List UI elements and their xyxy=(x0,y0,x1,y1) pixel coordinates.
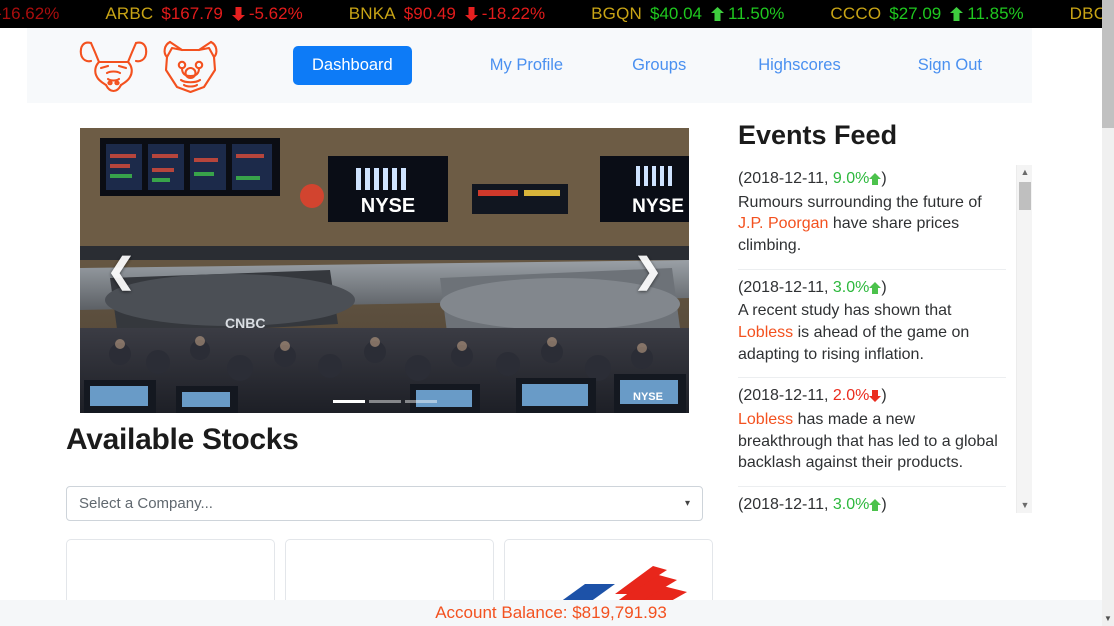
account-balance-label: Account Balance: $819,791.93 xyxy=(435,603,667,622)
nav-links: Dashboard My Profile Groups Highscores S… xyxy=(293,46,982,85)
svg-text:NYSE: NYSE xyxy=(633,391,663,403)
events-feed-list[interactable]: (2018-12-11, 9.0%) Rumours surrounding th… xyxy=(738,165,1006,513)
event-date: 2018-12-11 xyxy=(743,170,824,187)
events-feed-panel: Events Feed (2018-12-11, 9.0%) Rumours su… xyxy=(738,103,1032,600)
carousel-indicator-1[interactable] xyxy=(332,400,365,403)
ticker-price: $167.79 xyxy=(161,4,223,23)
scrollbar-thumb[interactable] xyxy=(1019,182,1031,210)
ticker-item: BNKA $90.49 -18.22% xyxy=(349,4,545,24)
browser-scrollbar-thumb[interactable] xyxy=(1102,0,1114,128)
arrow-up-icon xyxy=(950,6,964,22)
event-date: 2018-12-11 xyxy=(743,495,824,513)
event-text-before: Rumours surrounding the future of xyxy=(738,193,982,211)
nav-item-sign-out[interactable]: Sign Out xyxy=(918,56,982,75)
event-percent: 9.0% xyxy=(832,170,870,187)
event-percent: 2.0% xyxy=(832,387,870,405)
events-feed-scrollbar[interactable]: ▲ ▼ xyxy=(1016,165,1032,513)
arrow-down-icon xyxy=(231,6,245,22)
event-item: (2018-12-11, 3.0%) A recent study has sho… xyxy=(738,270,1006,379)
event-meta: (2018-12-11, 9.0%) xyxy=(738,170,887,187)
event-percent: 3.0% xyxy=(832,495,870,513)
chevron-down-icon: ▾ xyxy=(684,498,690,509)
arrow-down-icon xyxy=(464,6,478,22)
ticker-change: 11.85% xyxy=(967,4,1024,23)
image-carousel[interactable]: NYSE NYSE CNBC NYSE ❮ ❯ xyxy=(80,128,689,413)
svg-text:NYSE: NYSE xyxy=(632,196,684,217)
event-company-link[interactable]: Lobless xyxy=(738,324,793,341)
event-date: 2018-12-11 xyxy=(743,278,824,296)
stock-ticker-bar: -16.62% ARBC $167.79 -5.62% BNKA $90.49 -18.22… xyxy=(0,0,1102,28)
event-item: (2018-12-11, 9.0%) Rumours surrounding th… xyxy=(738,165,1006,270)
ticker-item: BGQN $40.04 11.50% xyxy=(591,4,784,24)
carousel-next-icon[interactable]: ❯ xyxy=(633,254,663,288)
carousel-photo: NYSE NYSE CNBC NYSE xyxy=(80,128,689,413)
arrow-up-icon xyxy=(869,170,882,187)
ticker-price: $40.04 xyxy=(650,4,702,23)
browser-scroll-down-icon[interactable]: ▼ xyxy=(1102,612,1114,626)
ticker-symbol: CCCO xyxy=(830,4,882,23)
svg-text:NYSE: NYSE xyxy=(361,195,415,217)
scroll-up-icon[interactable]: ▲ xyxy=(1017,165,1033,180)
scroll-down-icon[interactable]: ▼ xyxy=(1017,498,1033,513)
available-stocks-title: Available Stocks xyxy=(66,423,299,456)
browser-scrollbar[interactable]: ▲ ▼ xyxy=(1102,0,1114,626)
arrow-up-icon xyxy=(711,6,724,22)
event-text-before: A recent study has shown that xyxy=(738,302,952,320)
arrow-down-icon xyxy=(869,387,882,404)
nav-item-highscores[interactable]: Highscores xyxy=(758,56,841,75)
event-text: Lobless has made a new breakthrough that… xyxy=(738,409,1006,474)
ticker-item: ARBC $167.79 -5.62% xyxy=(105,4,302,24)
event-company-link[interactable]: Lobless xyxy=(738,411,793,428)
ticker-price: $27.09 xyxy=(889,4,942,23)
company-select-dropdown[interactable]: Select a Company... ▾ xyxy=(66,486,703,521)
arrow-up-icon xyxy=(869,496,882,513)
ticker-item: -16.62% xyxy=(0,4,59,24)
ticker-symbol: BNKA xyxy=(348,4,396,23)
account-balance-footer: Account Balance: $819,791.93 xyxy=(0,600,1102,626)
bull-head-icon xyxy=(77,35,150,97)
event-company-link[interactable]: J.P. Poorgan xyxy=(738,215,828,232)
event-meta: (2018-12-11, 3.0%) xyxy=(738,495,887,513)
event-meta: (2018-12-11, 3.0%) xyxy=(738,278,887,296)
page-container: Dashboard My Profile Groups Highscores S… xyxy=(0,28,1102,626)
main-content: NYSE NYSE CNBC NYSE ❮ ❯ Available Stocks… xyxy=(27,103,1032,626)
ticker-price: $90.49 xyxy=(403,4,456,23)
event-date: 2018-12-11 xyxy=(743,387,824,405)
ticker-symbol: ARBC xyxy=(105,4,154,23)
ticker-change: -16.62% xyxy=(0,4,60,23)
ticker-change: -18.22% xyxy=(481,4,546,23)
event-meta: (2018-12-11, 2.0%) xyxy=(738,387,887,405)
top-navigation-bar: Dashboard My Profile Groups Highscores S… xyxy=(27,28,1032,103)
event-percent: 3.0% xyxy=(832,278,870,296)
ticker-symbol: DBCO xyxy=(1069,4,1102,23)
event-item: (2018-12-11, 2.0%) Lobless has made a new… xyxy=(738,378,1006,487)
ticker-item: CCCO $27.09 11.85% xyxy=(830,4,1023,24)
ticker-change: 11.50% xyxy=(728,4,785,23)
nav-item-my-profile[interactable]: My Profile xyxy=(490,56,563,75)
events-feed-title: Events Feed xyxy=(738,120,898,150)
ticker-symbol: BGQN xyxy=(591,4,642,23)
site-logo[interactable] xyxy=(77,35,227,97)
nav-item-groups[interactable]: Groups xyxy=(632,56,686,75)
bear-head-icon xyxy=(154,35,227,97)
event-text: A recent study has shown that Lobless is… xyxy=(738,300,1006,365)
carousel-prev-icon[interactable]: ❮ xyxy=(106,254,136,288)
ticker-change: -5.62% xyxy=(248,4,303,23)
carousel-indicators xyxy=(332,400,437,403)
event-text: Rumours surrounding the future of J.P. P… xyxy=(738,192,1006,257)
nav-item-dashboard[interactable]: Dashboard xyxy=(293,46,412,85)
carousel-indicator-3[interactable] xyxy=(404,400,437,403)
carousel-indicator-2[interactable] xyxy=(368,400,401,403)
ticker-item: DBCO$ xyxy=(1070,4,1102,24)
company-select-value: Select a Company... xyxy=(79,495,213,512)
ticker-track: -16.62% ARBC $167.79 -5.62% BNKA $90.49 -18.22… xyxy=(0,4,1102,24)
arrow-up-icon xyxy=(869,279,882,296)
event-item: (2018-12-11, 3.0%) xyxy=(738,487,1006,513)
